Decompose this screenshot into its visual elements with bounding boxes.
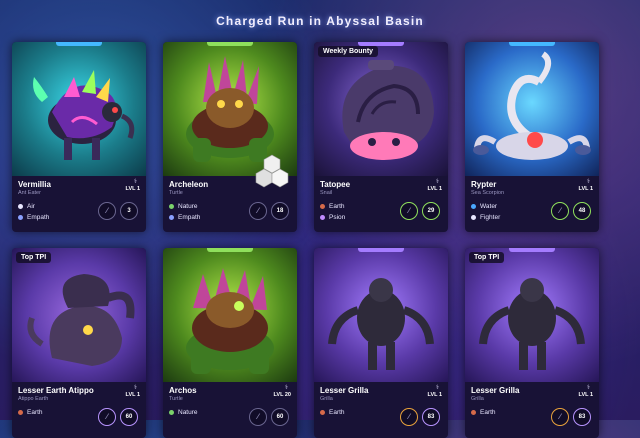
creature-number: 60: [120, 408, 138, 426]
card-tab: [358, 42, 404, 46]
creature-number: 18: [271, 202, 289, 220]
flask-icon: ⚕: [435, 385, 439, 391]
flask-icon: ⚕: [586, 179, 590, 185]
creature-name: Tatopee: [320, 180, 351, 189]
creature-level: LVL 1: [427, 186, 442, 192]
element-tag: Earth: [18, 409, 43, 416]
card-tab: [509, 248, 555, 252]
air-icon: [18, 203, 23, 209]
creature-number: 60: [271, 408, 289, 426]
leaf-icon[interactable]: ∕: [249, 408, 267, 426]
creature-species: Grilla: [471, 396, 484, 402]
water-icon: [471, 203, 476, 209]
element-tag: Empath: [169, 214, 200, 221]
element-tag: Earth: [320, 203, 345, 210]
creature-species: Turtle: [169, 396, 183, 402]
creature-card-archos[interactable]: Archos Turtle ⚕ LVL 20 Nature ∕ 60: [163, 248, 297, 438]
element-tag: Earth: [471, 409, 496, 416]
nature-icon: [169, 203, 174, 209]
creature-art: [314, 42, 448, 176]
card-badge: Top TPI: [469, 252, 505, 263]
leaf-icon[interactable]: ∕: [249, 202, 267, 220]
element-tag: Earth: [320, 409, 345, 416]
leaf-icon[interactable]: ∕: [400, 408, 418, 426]
creature-card-lesser-grilla[interactable]: Top TPI Lesser Grilla Grilla ⚕ LVL 1 Ear…: [465, 248, 599, 438]
creature-art: [163, 248, 297, 382]
creature-name: Archeleon: [169, 180, 209, 189]
creature-species: Sea Scorpion: [471, 190, 505, 196]
leaf-icon[interactable]: ∕: [98, 408, 116, 426]
creature-name: Lesser Grilla: [471, 386, 520, 395]
creature-level: LVL 1: [578, 186, 593, 192]
card-tab: [56, 42, 102, 46]
psion-icon: [320, 214, 325, 220]
element-tag: Fighter: [471, 214, 500, 221]
creature-card-rypter[interactable]: Rypter Sea Scorpion ⚕ LVL 1 Water Fighte…: [465, 42, 599, 232]
earth-icon: [320, 409, 325, 415]
nature-icon: [169, 409, 174, 415]
creature-species: Snail: [320, 190, 333, 196]
empath-icon: [169, 214, 174, 220]
earth-icon: [320, 203, 325, 209]
creature-name: Lesser Earth Atippo: [18, 386, 94, 395]
creature-card-tatopee[interactable]: Weekly Bounty Tatopee Snail ⚕ LVL 1 Eart…: [314, 42, 448, 232]
creature-art: [12, 248, 146, 382]
creature-name: Archos: [169, 386, 197, 395]
element-tag: Psion: [320, 214, 345, 221]
card-badge: Weekly Bounty: [318, 46, 379, 57]
leaf-icon[interactable]: ∕: [551, 202, 569, 220]
creature-number: 3: [120, 202, 138, 220]
creature-level: LVL 1: [125, 186, 140, 192]
creature-species: Grilla: [320, 396, 333, 402]
card-tab: [509, 42, 555, 46]
creature-number: 83: [573, 408, 591, 426]
card-tab: [207, 248, 253, 252]
element-tag: Nature: [169, 203, 198, 210]
creature-art: [465, 248, 599, 382]
leaf-icon[interactable]: ∕: [400, 202, 418, 220]
element-tag: Nature: [169, 409, 198, 416]
leaf-icon[interactable]: ∕: [98, 202, 116, 220]
creature-number: 29: [422, 202, 440, 220]
flask-icon: ⚕: [435, 179, 439, 185]
flask-icon: ⚕: [586, 385, 590, 391]
flask-icon: ⚕: [133, 385, 137, 391]
creature-number: 48: [573, 202, 591, 220]
creature-card-lesser-grilla[interactable]: Lesser Grilla Grilla ⚕ LVL 1 Earth ∕ 83: [314, 248, 448, 438]
element-tag: Empath: [18, 214, 49, 221]
creature-species: Turtle: [169, 190, 183, 196]
creature-name: Rypter: [471, 180, 497, 189]
creature-level: LVL 1: [578, 392, 593, 398]
creature-name: Vermillia: [18, 180, 51, 189]
card-tab: [358, 248, 404, 252]
creature-art: [12, 42, 146, 176]
card-badge: Top TPI: [16, 252, 52, 263]
page-title: Charged Run in Abyssal Basin: [216, 14, 424, 28]
flask-icon: ⚕: [133, 179, 137, 185]
creature-card-archeleon[interactable]: Archeleon Turtle Nature Empath ∕ 18: [163, 42, 297, 232]
creature-number: 83: [422, 408, 440, 426]
leaf-icon[interactable]: ∕: [551, 408, 569, 426]
empath-icon: [18, 214, 23, 220]
flask-icon: ⚕: [284, 385, 288, 391]
hex-cluster-icon: [255, 154, 289, 188]
creature-name: Lesser Grilla: [320, 386, 369, 395]
creature-species: Atippo Earth: [18, 396, 49, 402]
earth-icon: [471, 409, 476, 415]
creature-level: LVL 1: [125, 392, 140, 398]
element-tag: Air: [18, 203, 35, 210]
creature-species: Ant Eater: [18, 190, 41, 196]
fighter-icon: [471, 214, 476, 220]
card-tab: [207, 42, 253, 46]
creature-level: LVL 1: [427, 392, 442, 398]
creature-level: LVL 20: [273, 392, 291, 398]
earth-icon: [18, 409, 23, 415]
creature-art: [314, 248, 448, 382]
creature-card-lesser-earth-atippo[interactable]: Top TPI Lesser Earth Atippo Atippo Earth…: [12, 248, 146, 438]
creature-card-vermillia[interactable]: Vermillia Ant Eater ⚕ LVL 1 Air Empath ∕…: [12, 42, 146, 232]
element-tag: Water: [471, 203, 497, 210]
creature-art: [465, 42, 599, 176]
